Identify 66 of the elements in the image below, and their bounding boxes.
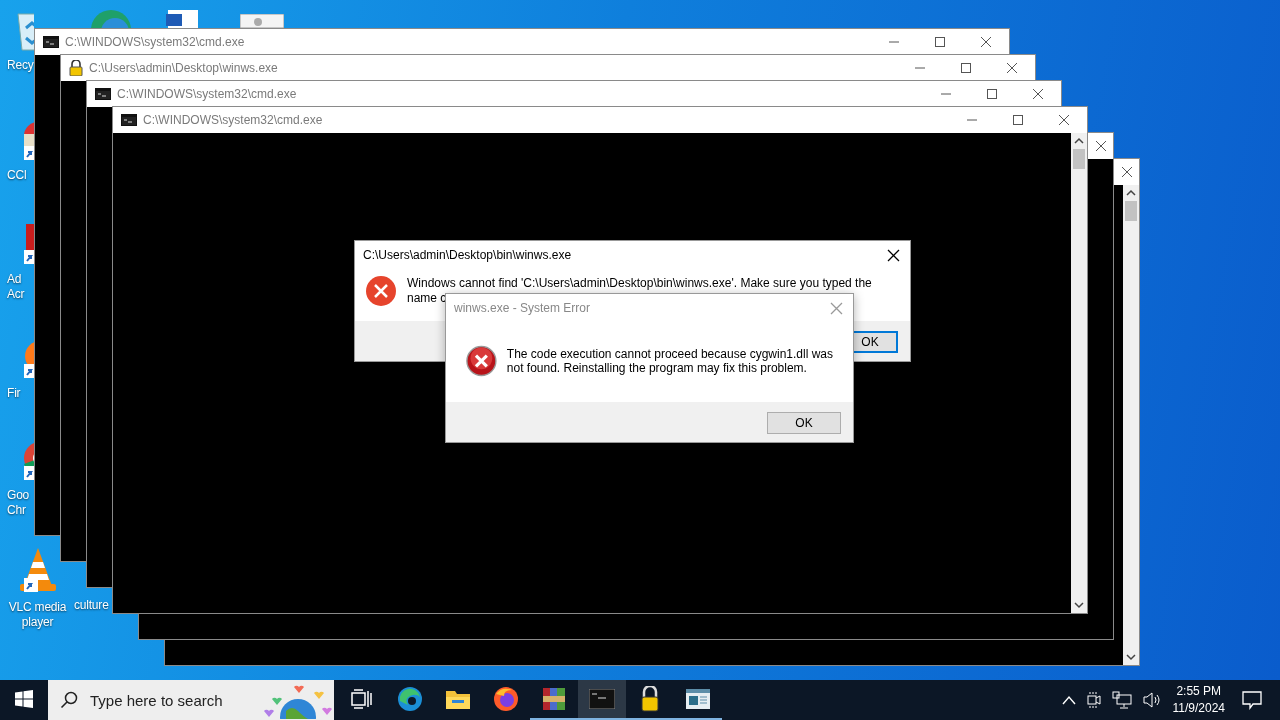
error-message: Windows cannot find 'C:\Users\admin\Desktop\bin\winws.exe'. Make sure you typed the: [407, 276, 872, 291]
lock-icon: [640, 686, 660, 712]
minimize-icon: [941, 93, 951, 95]
maximize-icon: [987, 89, 997, 99]
books-icon: [542, 686, 566, 712]
clock-time: 2:55 PM: [1176, 683, 1222, 700]
close-icon: [1006, 62, 1018, 74]
scroll-thumb[interactable]: [1125, 201, 1137, 221]
start-icon: [15, 690, 33, 708]
search-icon: [60, 691, 78, 709]
console-icon: [95, 88, 111, 100]
icon-label: Chr: [6, 503, 27, 518]
dialog-title: winws.exe - System Error: [454, 301, 591, 315]
error-icon: [365, 275, 397, 307]
window-title: C:\Users\admin\Desktop\winws.exe: [89, 61, 278, 75]
icon-label: Acr: [6, 287, 26, 302]
window-title: C:\WINDOWS\system32\cmd.exe: [117, 87, 297, 101]
speaker-icon[interactable]: [1141, 691, 1162, 709]
icon-label: culture: [73, 598, 110, 613]
close-icon: [1032, 88, 1044, 100]
ok-button[interactable]: OK: [767, 412, 841, 434]
close-icon[interactable]: [887, 248, 900, 262]
maximize-icon: [1013, 115, 1023, 125]
icon-label: Recy: [6, 58, 35, 73]
minimize-icon: [915, 67, 925, 69]
camera-icon[interactable]: [1085, 691, 1102, 709]
window-icon: [685, 688, 711, 710]
search-field[interactable]: Type here to search: [88, 690, 252, 710]
dialog-title: C:\Users\admin\Desktop\bin\winws.exe: [363, 248, 572, 262]
scrollbar[interactable]: [1123, 185, 1139, 665]
icon-label: VLC media: [7, 600, 68, 615]
icon-label: Goo: [6, 488, 31, 503]
scrollbar[interactable]: [1071, 133, 1087, 613]
maximize-icon: [961, 63, 971, 73]
error-message: The code execution cannot proceed because cygwin1.dll was: [506, 347, 833, 361]
network-icon[interactable]: [1111, 691, 1132, 709]
scroll-thumb[interactable]: [1073, 149, 1085, 169]
error-icon: [466, 344, 497, 378]
icon-label: player: [20, 615, 55, 630]
close-icon: [980, 36, 992, 48]
search-bar[interactable]: Type here to search: [48, 680, 334, 720]
clock[interactable]: 2:55 PM 11/9/2024: [1172, 683, 1225, 717]
window-title: C:\WINDOWS\system32\cmd.exe: [65, 35, 245, 49]
error-message: not found. Reinstalling the program may fix this problem.: [506, 361, 808, 375]
close-icon: [1095, 140, 1107, 152]
notifications-icon[interactable]: [1242, 690, 1262, 710]
minimize-icon: [889, 41, 899, 43]
close-icon: [1058, 114, 1070, 126]
console-icon: [43, 36, 59, 48]
caret-up-icon[interactable]: [1061, 695, 1076, 705]
lock-icon: [69, 60, 83, 76]
fox-browser-icon: [493, 686, 519, 712]
icon-label: Fir: [6, 386, 22, 401]
icon-label: Ad: [6, 272, 23, 287]
window-title: C:\WINDOWS\system32\cmd.exe: [143, 113, 323, 127]
minimize-icon: [967, 119, 977, 121]
maximize-icon: [935, 37, 945, 47]
browser-icon: [397, 686, 423, 712]
task-view-icon: [351, 689, 373, 709]
close-icon: [1121, 166, 1133, 178]
folder-icon: [445, 688, 471, 710]
icon-label: CCl: [6, 168, 28, 183]
taskbar-button[interactable]: [578, 680, 626, 720]
clock-date: 11/9/2024: [1172, 700, 1225, 717]
console-icon: [589, 689, 615, 709]
console-icon: [121, 114, 137, 126]
